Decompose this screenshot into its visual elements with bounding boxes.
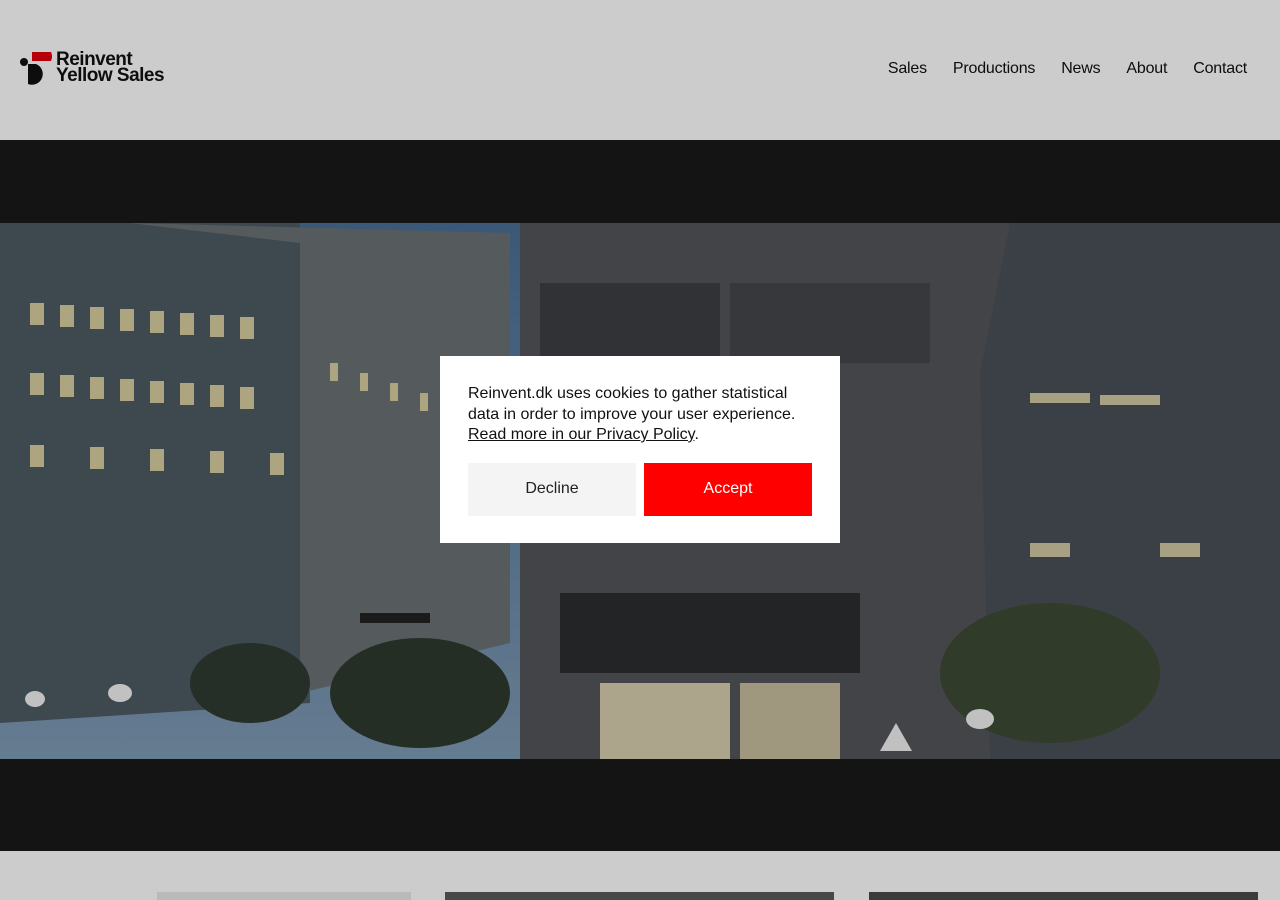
cookie-message: Reinvent.dk uses cookies to gather stati… — [468, 384, 812, 446]
accept-button[interactable]: Accept — [644, 462, 812, 516]
cookie-consent-dialog: Reinvent.dk uses cookies to gather stati… — [440, 356, 840, 543]
cookie-message-text: Reinvent.dk uses cookies to gather stati… — [468, 385, 796, 423]
cookie-buttons: Decline Accept — [468, 462, 812, 516]
decline-button[interactable]: Decline — [468, 462, 636, 516]
cookie-link-suffix: . — [694, 426, 699, 443]
privacy-policy-link[interactable]: Read more in our Privacy Policy — [468, 426, 694, 443]
